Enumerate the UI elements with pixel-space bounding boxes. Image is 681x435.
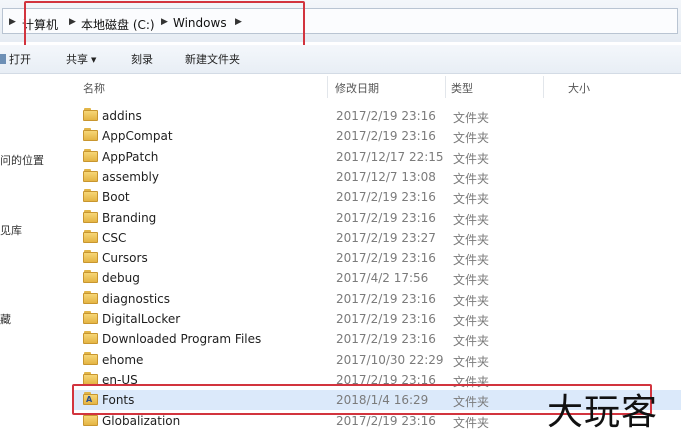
file-date: 2017/2/19 23:16 (336, 251, 436, 266)
file-type: 文件夹 (453, 293, 490, 308)
navigation-pane: 问的位置 见库 藏 (0, 74, 72, 432)
folder-icon (83, 331, 99, 345)
file-type: 文件夹 (453, 273, 490, 288)
folder-icon (83, 168, 99, 183)
file-name: Cursors (102, 251, 148, 266)
file-row[interactable]: AppPatch 2017/12/17 22:15 文件夹 (73, 147, 681, 167)
toolbar: 打开 共享 ▼ 刻录 新建文件夹 (0, 45, 681, 74)
file-date: 2017/2/19 23:27 (336, 230, 436, 245)
file-type: 文件夹 (453, 232, 490, 247)
open-button-label: 打开 (9, 53, 31, 66)
file-name: diagnostics (102, 291, 171, 306)
file-date: 2017/2/19 23:16 (336, 210, 436, 225)
file-type: 文件夹 (453, 212, 490, 227)
file-date: 2017/2/19 23:16 (336, 190, 436, 205)
file-type: 文件夹 (453, 314, 490, 328)
file-name: Downloaded Program Files (102, 332, 262, 347)
folder-icon (83, 229, 99, 244)
nav-item-libraries[interactable]: 见库 (0, 222, 22, 238)
file-date: 2017/4/2 17:56 (336, 271, 429, 286)
column-divider[interactable] (543, 76, 544, 98)
file-date: 2017/10/30 22:29 (336, 352, 444, 367)
file-date: 2017/2/19 23:16 (336, 312, 436, 326)
file-row[interactable]: assembly 2017/12/7 13:08 文件夹 (73, 167, 681, 187)
folder-icon (83, 108, 99, 122)
file-row[interactable]: AppCompat 2017/2/19 23:16 文件夹 (73, 126, 681, 146)
folder-icon (83, 311, 99, 325)
file-name: ehome (102, 352, 144, 367)
chevron-down-icon: ▼ (91, 56, 97, 64)
file-row[interactable]: Branding 2017/2/19 23:16 文件夹 (73, 208, 681, 228)
file-row[interactable]: DigitalLocker 2017/2/19 23:16 文件夹 (73, 309, 681, 329)
file-type: 文件夹 (453, 192, 490, 207)
column-divider[interactable] (445, 76, 446, 98)
file-name: AppCompat (102, 129, 173, 144)
file-row[interactable]: ehome 2017/10/30 22:29 文件夹 (73, 350, 681, 370)
file-name: Branding (102, 210, 157, 225)
share-button-label: 共享 (66, 53, 88, 66)
file-type: 文件夹 (453, 111, 490, 125)
file-date: 2017/2/19 23:16 (336, 332, 436, 347)
folder-icon (83, 250, 99, 264)
file-name: debug (102, 271, 140, 286)
nav-item-favorites[interactable]: 藏 (0, 311, 11, 327)
new-folder-button[interactable]: 新建文件夹 (185, 51, 240, 67)
share-button[interactable]: 共享 ▼ (66, 51, 96, 67)
address-highlight-box (24, 1, 305, 50)
column-header: 名称 修改日期 类型 大小 (73, 74, 681, 100)
column-size[interactable]: 大小 (568, 80, 590, 96)
folder-icon (83, 189, 99, 203)
file-date: 2017/2/19 23:16 (336, 109, 436, 123)
file-name: Globalization (102, 413, 181, 428)
file-row[interactable]: debug 2017/4/2 17:56 文件夹 (73, 268, 681, 288)
address-bar-area: ▶ 计算机 ▶ 本地磁盘 (C:) ▶ Windows ▶ (0, 0, 681, 50)
open-button[interactable]: 打开 (0, 51, 31, 67)
file-date: 2017/2/19 23:16 (336, 291, 436, 306)
file-row[interactable]: Boot 2017/2/19 23:16 文件夹 (73, 187, 681, 207)
file-type: 文件夹 (453, 354, 490, 369)
file-type: 文件夹 (453, 151, 490, 166)
folder-icon (83, 270, 99, 284)
burn-button[interactable]: 刻录 (131, 51, 153, 67)
file-type: 文件夹 (453, 253, 490, 268)
file-row[interactable]: CSC 2017/2/19 23:27 文件夹 (73, 228, 681, 248)
watermark: 大玩客 (547, 392, 659, 433)
file-name: assembly (102, 169, 159, 184)
file-row[interactable]: diagnostics 2017/2/19 23:16 文件夹 (73, 289, 681, 309)
column-name[interactable]: 名称 (83, 80, 105, 96)
file-type: 文件夹 (453, 131, 490, 146)
column-divider[interactable] (327, 76, 328, 98)
folder-icon (83, 128, 99, 142)
nav-item-recent-places[interactable]: 问的位置 (0, 152, 44, 168)
file-date: 2017/12/7 13:08 (336, 169, 436, 184)
breadcrumb-arrow-icon[interactable]: ▶ (9, 17, 16, 27)
file-name: addins (102, 109, 142, 123)
file-type: 文件夹 (453, 334, 490, 349)
file-date: 2017/2/19 23:16 (336, 129, 436, 144)
file-name: AppPatch (102, 149, 159, 164)
file-row[interactable]: addins 2017/2/19 23:16 文件夹 (73, 106, 681, 126)
file-row[interactable]: Downloaded Program Files 2017/2/19 23:16 文… (73, 329, 681, 349)
column-type[interactable]: 类型 (451, 80, 473, 96)
folder-icon (83, 209, 99, 224)
file-name: Boot (102, 190, 130, 205)
folder-icon (83, 351, 99, 366)
file-row[interactable]: Cursors 2017/2/19 23:16 文件夹 (73, 248, 681, 268)
folder-icon (83, 148, 99, 163)
file-type: 文件夹 (453, 415, 490, 430)
column-date[interactable]: 修改日期 (335, 80, 379, 96)
file-type: 文件夹 (453, 171, 490, 186)
folder-icon (83, 290, 99, 305)
file-name: DigitalLocker (102, 312, 181, 326)
file-date: 2017/2/19 23:16 (336, 413, 436, 428)
file-name: CSC (102, 230, 127, 245)
open-icon (0, 54, 6, 64)
file-date: 2017/12/17 22:15 (336, 149, 444, 164)
